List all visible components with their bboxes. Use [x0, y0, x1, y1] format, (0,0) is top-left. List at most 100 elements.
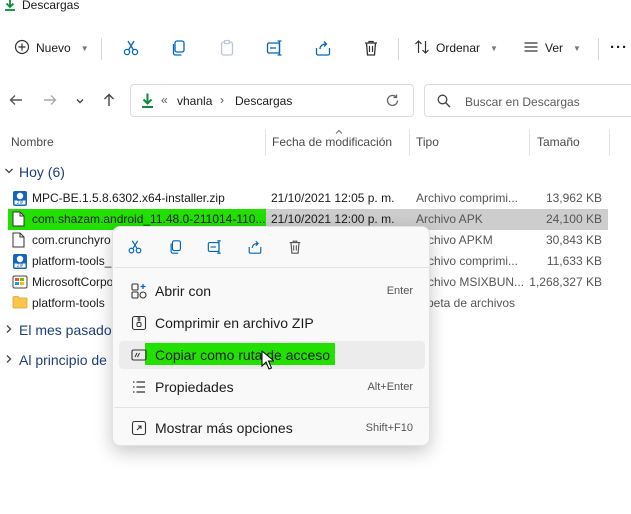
more-options-icon [131, 420, 147, 439]
toolbar-divider [101, 38, 102, 60]
menu-item-label: Comprimir en archivo ZIP [155, 315, 314, 331]
title-bar: Descargas [0, 0, 631, 14]
back-arrow-icon[interactable] [8, 92, 24, 112]
delete-icon[interactable] [287, 239, 303, 255]
share-icon[interactable] [247, 239, 263, 255]
file-name: com.crunchyro [32, 233, 111, 247]
chevron-down-icon [4, 166, 14, 179]
view-button-label: Ver [545, 41, 564, 55]
download-folder-icon [3, 0, 17, 12]
file-icon [12, 211, 25, 230]
chevron-down-icon: ▼ [490, 43, 498, 53]
column-divider[interactable] [609, 130, 610, 156]
svg-text:ZIP: ZIP [17, 200, 24, 205]
share-icon[interactable] [314, 39, 332, 57]
search-box[interactable]: Buscar en Descargas [424, 84, 631, 117]
sort-button-label: Ordenar [436, 41, 481, 55]
menu-item-more-options[interactable]: Mostrar más opciones Shift+F10 [119, 414, 425, 442]
column-divider[interactable] [529, 130, 530, 156]
breadcrumb-vhanla[interactable]: vhanla [177, 94, 212, 108]
search-placeholder: Buscar en Descargas [465, 95, 580, 109]
forward-arrow-icon[interactable] [42, 92, 58, 112]
file-name: com.shazam.android_11.48.0-211014-110... [32, 212, 266, 226]
properties-icon [131, 379, 147, 398]
sort-icon [414, 39, 430, 58]
file-size: 30,843 KB [545, 233, 602, 247]
up-arrow-icon[interactable] [101, 92, 117, 112]
download-folder-icon [140, 92, 155, 109]
group-label-today: Hoy (6) [19, 164, 65, 180]
folder-icon [12, 295, 28, 312]
file-name: MPC-BE.1.5.8.6302.x64-installer.zip [32, 191, 225, 205]
column-header-date[interactable]: Fecha de modificación [272, 135, 392, 149]
refresh-icon[interactable] [385, 93, 400, 108]
menu-item-label: Copiar como ruta de acceso [155, 347, 331, 363]
file-row[interactable]: ZIP MPC-BE.1.5.8.6302.x64-installer.zip … [8, 188, 608, 209]
breadcrumb-descargas[interactable]: Descargas [235, 94, 292, 108]
file-size: 24,100 KB [545, 212, 602, 226]
file-type: Archivo MSIXBUN... [416, 275, 525, 289]
navigation-bar: « vhanla › Descargas Buscar en Descargas [0, 84, 631, 118]
zip-icon: ZIP [12, 190, 28, 210]
file-date: 21/10/2021 12:05 p. m. [271, 191, 395, 205]
group-header-today[interactable]: Hoy (6) [4, 164, 65, 180]
menu-divider [114, 267, 430, 268]
group-label-start-of-year: Al principio de [19, 352, 107, 368]
menu-item-label: Propiedades [155, 379, 234, 395]
copy-path-icon [131, 347, 147, 366]
mouse-cursor-icon [261, 349, 276, 373]
delete-icon[interactable] [362, 39, 380, 57]
toolbar-divider [398, 38, 399, 60]
window-title: Descargas [22, 0, 80, 12]
file-name: platform-tools_ [32, 254, 112, 268]
address-bar[interactable]: « vhanla › Descargas [130, 84, 414, 117]
command-bar: Nuevo ▼ Ordenar ▼ Ver ▼ ··· [0, 30, 631, 66]
menu-item-properties[interactable]: Propiedades Alt+Enter [119, 373, 425, 401]
sort-button[interactable]: Ordenar ▼ [414, 36, 498, 60]
group-header-start-of-year[interactable]: Al principio de [4, 352, 107, 368]
rename-icon[interactable] [207, 239, 223, 255]
file-name: platform-tools [32, 296, 105, 310]
copy-icon[interactable] [170, 39, 188, 57]
context-menu: Abrir con Enter Comprimir en archivo ZIP… [112, 226, 430, 446]
column-header-size[interactable]: Tamaño [537, 135, 580, 149]
column-header-name[interactable]: Nombre [11, 135, 54, 149]
chevron-right-icon [4, 324, 14, 337]
breadcrumb-separator: › [220, 93, 224, 107]
file-type: Archivo APK [416, 212, 483, 226]
group-header-last-month[interactable]: El mes pasado [4, 322, 112, 338]
menu-item-shortcut: Alt+Enter [367, 381, 413, 393]
menu-divider [114, 407, 430, 408]
file-icon [12, 232, 25, 251]
menu-item-open-with[interactable]: Abrir con Enter [119, 277, 425, 305]
rename-icon[interactable] [266, 39, 284, 57]
file-type: rpeta de archivos [423, 296, 516, 310]
file-size: 1,268,327 KB [529, 275, 602, 289]
group-label-last-month: El mes pasado [19, 322, 112, 338]
menu-item-shortcut: Enter [386, 285, 413, 297]
column-divider[interactable] [409, 130, 410, 156]
search-icon [437, 94, 451, 108]
new-button[interactable]: Nuevo ▼ [14, 36, 89, 60]
more-options-button[interactable]: ··· [610, 39, 628, 56]
cut-icon[interactable] [122, 39, 140, 57]
chevron-down-icon: ▼ [80, 43, 89, 53]
zip-compress-icon [131, 315, 147, 334]
menu-item-shortcut: Shift+F10 [365, 422, 413, 434]
toolbar-divider [598, 38, 599, 60]
svg-text:ZIP: ZIP [17, 263, 24, 268]
view-button[interactable]: Ver ▼ [523, 36, 581, 60]
recent-locations-chevron-icon[interactable] [75, 95, 85, 111]
menu-item-label: Mostrar más opciones [155, 420, 293, 436]
copy-icon[interactable] [168, 239, 184, 255]
column-header-type[interactable]: Tipo [416, 135, 439, 149]
menu-item-compress-zip[interactable]: Comprimir en archivo ZIP [119, 309, 425, 337]
file-size: 13,962 KB [545, 191, 602, 205]
view-list-icon [523, 39, 539, 58]
file-name: MicrosoftCorpo [32, 275, 114, 289]
chevron-right-icon [4, 354, 14, 367]
column-divider[interactable] [265, 130, 266, 156]
breadcrumb-overflow[interactable]: « [161, 93, 168, 107]
paste-icon [218, 39, 236, 57]
cut-icon[interactable] [127, 239, 143, 255]
